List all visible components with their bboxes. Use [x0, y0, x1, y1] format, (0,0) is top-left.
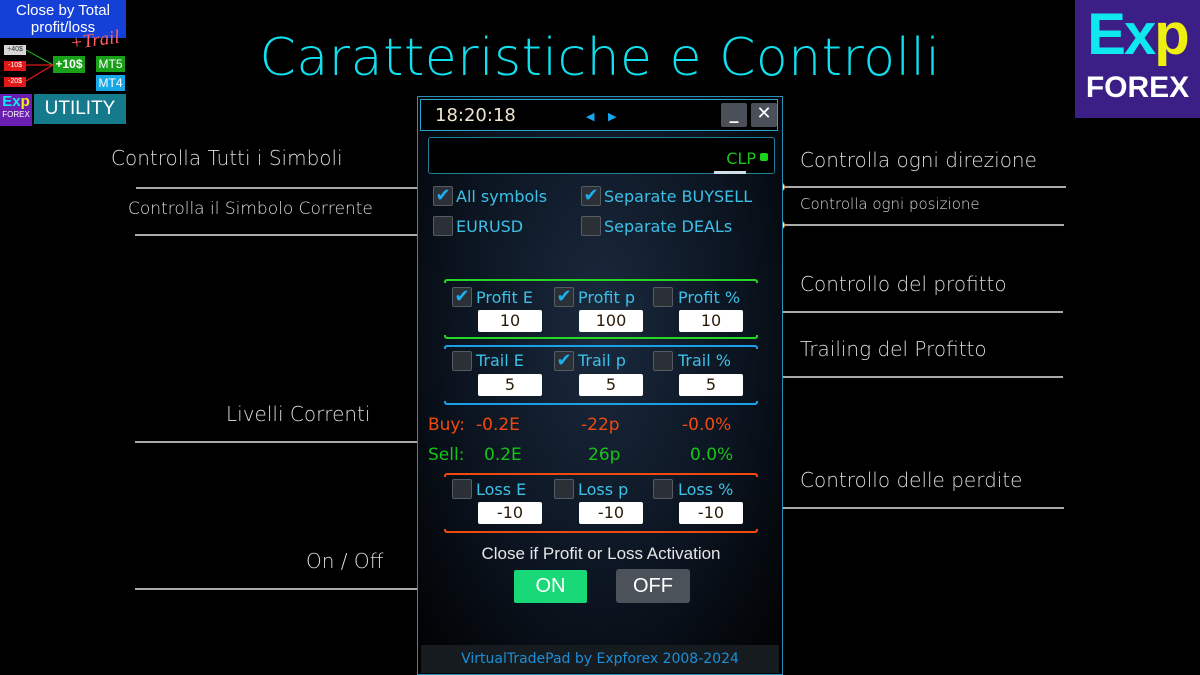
checkbox-loss-percent[interactable]: [653, 479, 673, 499]
input-loss-e[interactable]: -10: [478, 502, 542, 524]
annotation-line: [780, 507, 1064, 509]
label-profit-e: Profit E: [476, 288, 533, 307]
annotation-each-direction: Controlla ogni direzione: [800, 148, 1037, 172]
clock: 18:20:18: [435, 105, 516, 126]
arrow-right-icon[interactable]: ▶: [608, 110, 616, 123]
active-tab-underline: [714, 171, 746, 174]
on-button[interactable]: ON: [514, 570, 587, 603]
arrow-left-icon[interactable]: ◀: [586, 110, 594, 123]
annotation-line: [135, 234, 422, 236]
label-eurusd: EURUSD: [456, 217, 524, 236]
annotation-loss-control: Controllo delle perdite: [800, 468, 1023, 492]
activation-title: Close if Profit or Loss Activation: [481, 544, 721, 563]
tab-clp[interactable]: CLP: [726, 149, 756, 168]
annotation-line: [780, 186, 1066, 188]
checkbox-separate-deals[interactable]: [581, 216, 601, 236]
input-loss-p[interactable]: -10: [579, 502, 643, 524]
checkbox-trail-e[interactable]: [452, 351, 472, 371]
checkbox-all-symbols[interactable]: ✔: [433, 186, 453, 206]
label-profit-percent: Profit %: [678, 288, 741, 307]
label-all-symbols: All symbols: [456, 187, 548, 206]
buy-points: -22p: [581, 415, 620, 435]
close-button[interactable]: ✕: [751, 103, 777, 127]
input-trail-p[interactable]: 5: [579, 374, 643, 396]
input-trail-e[interactable]: 5: [478, 374, 542, 396]
profit-group: ✔ Profit E ✔ Profit p Profit % 10 100 10: [444, 279, 758, 339]
annotation-line: [780, 311, 1063, 313]
checkbox-separate-buysell[interactable]: ✔: [581, 186, 601, 206]
status-indicator-icon: [760, 153, 768, 161]
annotation-each-position: Controlla ogni posizione: [800, 195, 980, 213]
sell-points: 26p: [588, 445, 621, 465]
page-title: Caratteristiche e Controlli: [259, 28, 941, 88]
virtual-trade-pad-panel: 18:20:18 ◀ ▶ _ ✕ CLP ✔ All symbols ✔ Sep…: [417, 96, 783, 675]
input-trail-percent[interactable]: 5: [679, 374, 743, 396]
label-trail-percent: Trail %: [678, 351, 731, 370]
checkbox-trail-p[interactable]: ✔: [554, 351, 574, 371]
annotation-current-symbol: Controlla il Simbolo Corrente: [128, 199, 373, 219]
label-loss-e: Loss E: [476, 480, 527, 499]
input-profit-p[interactable]: 100: [579, 310, 643, 332]
buy-percent: -0.0%: [682, 415, 732, 435]
label-profit-p: Profit p: [578, 288, 635, 307]
panel-footer: VirtualTradePad by Expforex 2008-2024: [421, 645, 779, 673]
label-trail-e: Trail E: [476, 351, 524, 370]
sell-percent: 0.0%: [690, 445, 734, 465]
checkbox-profit-e[interactable]: ✔: [452, 287, 472, 307]
annotation-current-levels: Livelli Correnti: [226, 402, 371, 426]
annotation-profit-trailing: Trailing del Profitto: [800, 337, 987, 361]
sell-label: Sell:: [428, 445, 465, 465]
annotation-line: [135, 441, 422, 443]
checkbox-eurusd[interactable]: [433, 216, 453, 236]
logo-utility-label: UTILITY: [34, 94, 126, 124]
panel-titlebar[interactable]: 18:20:18 ◀ ▶ _ ✕: [420, 99, 778, 131]
annotation-all-symbols: Controlla Tutti i Simboli: [111, 146, 343, 170]
annotation-line: [135, 588, 422, 590]
annotation-line: [780, 224, 1064, 226]
expforex-small-logo: Exp FOREX: [0, 94, 32, 126]
buy-label: Buy:: [428, 415, 465, 435]
label-loss-percent: Loss %: [678, 480, 734, 499]
off-button[interactable]: OFF: [616, 569, 690, 603]
checkbox-loss-p[interactable]: [554, 479, 574, 499]
annotation-profit-control: Controllo del profitto: [800, 272, 1007, 296]
label-separate-deals: Separate DEALs: [604, 217, 733, 236]
checkbox-profit-percent[interactable]: [653, 287, 673, 307]
checkbox-loss-e[interactable]: [452, 479, 472, 499]
trail-group: Trail E ✔ Trail p Trail % 5 5 5: [444, 345, 758, 405]
label-loss-p: Loss p: [578, 480, 629, 499]
checkbox-trail-percent[interactable]: [653, 351, 673, 371]
minimize-button[interactable]: _: [721, 103, 747, 127]
input-loss-percent[interactable]: -10: [679, 502, 743, 524]
clp-tab-bar: CLP: [428, 137, 775, 174]
annotation-line: [780, 376, 1063, 378]
annotation-on-off: On / Off: [306, 549, 384, 573]
input-profit-percent[interactable]: 10: [679, 310, 743, 332]
checkbox-profit-p[interactable]: ✔: [554, 287, 574, 307]
sell-equity: 0.2E: [484, 445, 522, 465]
input-profit-e[interactable]: 10: [478, 310, 542, 332]
buy-equity: -0.2E: [476, 415, 520, 435]
label-trail-p: Trail p: [578, 351, 626, 370]
loss-group: Loss E Loss p Loss % -10 -10 -10: [444, 473, 758, 533]
label-separate-buysell: Separate BUYSELL: [604, 187, 753, 206]
annotation-line: [136, 187, 422, 189]
